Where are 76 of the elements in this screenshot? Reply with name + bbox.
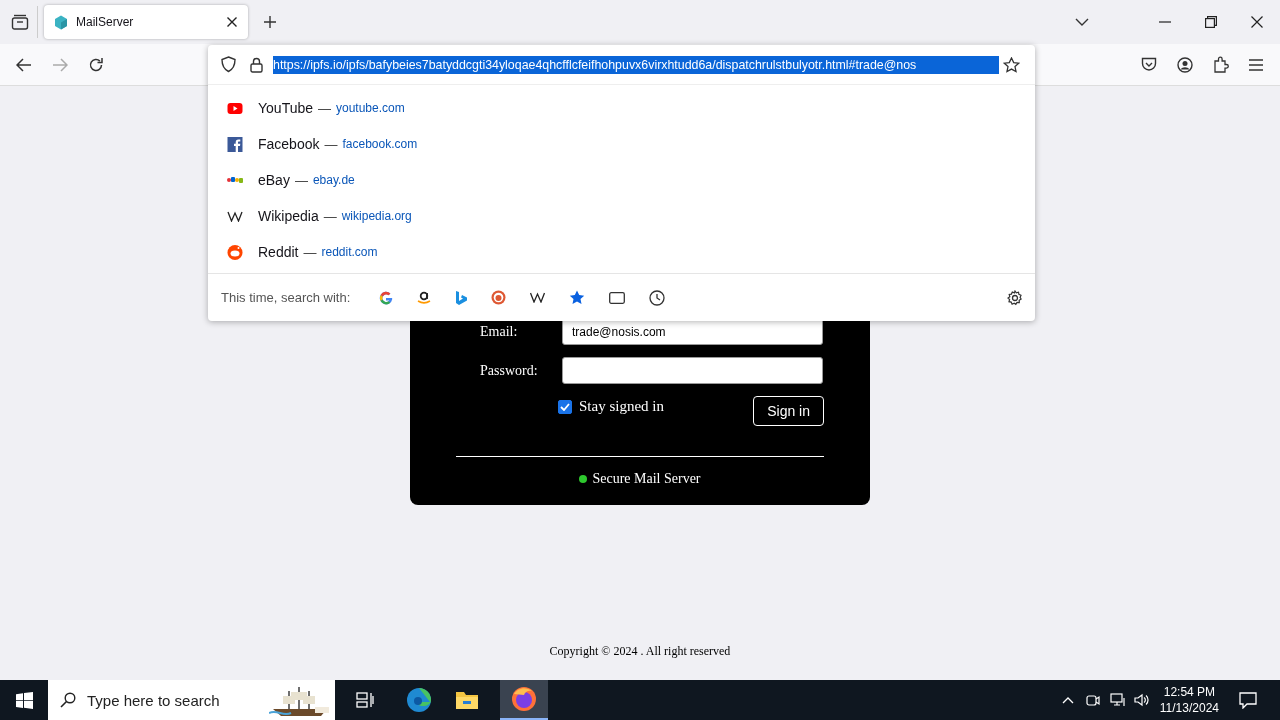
suggestion-item[interactable]: YouTube — youtube.com xyxy=(208,90,1035,126)
bing-icon[interactable] xyxy=(455,290,468,305)
password-field[interactable] xyxy=(562,357,823,384)
suggestion-item[interactable]: Reddit — reddit.com xyxy=(208,234,1035,270)
suggestion-title: Wikipedia xyxy=(258,208,319,224)
tab-icon[interactable] xyxy=(609,291,626,304)
firefox-taskbar-button[interactable] xyxy=(500,680,548,720)
history-icon[interactable] xyxy=(649,289,666,306)
restore-icon[interactable] xyxy=(1205,16,1217,28)
facebook-icon xyxy=(227,136,243,152)
sign-in-button[interactable]: Sign in xyxy=(753,396,824,426)
suggestion-title: eBay xyxy=(258,172,290,188)
clock-time[interactable]: 12:54 PM xyxy=(1163,684,1216,700)
menu-icon[interactable] xyxy=(1249,58,1263,71)
chevron-up-icon[interactable] xyxy=(1061,696,1074,704)
search-icon xyxy=(60,692,76,708)
suggestion-url: wikipedia.org xyxy=(341,209,412,223)
clock-date[interactable]: 11/13/2024 xyxy=(1159,700,1219,716)
separator-dash: — xyxy=(318,100,331,116)
tab-title: MailServer xyxy=(76,15,135,29)
volume-icon[interactable] xyxy=(1133,693,1150,707)
suggestion-url: ebay.de xyxy=(312,173,355,187)
browser-tab[interactable]: MailServer xyxy=(44,5,248,39)
back-icon[interactable] xyxy=(16,57,32,72)
password-label: Password: xyxy=(480,362,539,379)
separator-dash: — xyxy=(323,208,337,224)
pocket-icon[interactable] xyxy=(1141,57,1157,72)
checkbox[interactable] xyxy=(558,399,572,414)
extensions-icon[interactable] xyxy=(1213,56,1229,73)
w-icon xyxy=(227,210,243,222)
checkbox-label: Stay signed in xyxy=(579,398,664,415)
notification-icon[interactable] xyxy=(1239,691,1257,709)
network-icon[interactable] xyxy=(1109,693,1126,707)
firefox-icon xyxy=(511,686,537,712)
windows-start-icon[interactable] xyxy=(16,691,33,709)
shield-icon[interactable] xyxy=(221,56,236,73)
url-field[interactable]: https://ipfs.io/ipfs/bafybeies7batyddcgti34yloqae4qhcfflcfeifhohpuvx6virxhtudd6a/dispatchrulstbulyotr.html#trade@nos xyxy=(273,55,999,74)
taskbar-search-field[interactable]: Type here to search xyxy=(48,680,335,720)
separator-dash: — xyxy=(294,172,308,188)
play-icon xyxy=(227,102,243,114)
suggestion-url: facebook.com xyxy=(342,137,418,151)
close-icon[interactable] xyxy=(226,16,238,28)
suggestion-title: Facebook xyxy=(258,136,320,152)
suggestion-url: reddit.com xyxy=(321,245,378,259)
meet-icon[interactable] xyxy=(1085,693,1100,707)
search-with-label: This time, search with: xyxy=(221,290,351,305)
suggestion-item[interactable]: Wikipedia — wikipedia.org xyxy=(208,198,1035,234)
reddit-icon xyxy=(227,244,243,260)
new-tab-icon[interactable] xyxy=(263,15,277,29)
copyright-text: Copyright © 2024 . All right reserved xyxy=(549,644,731,659)
suggestion-title: YouTube xyxy=(258,100,313,116)
close-icon[interactable] xyxy=(1251,16,1263,28)
separator-dash: — xyxy=(324,136,338,152)
status-dot xyxy=(579,475,588,483)
bookmark-star-icon[interactable] xyxy=(569,290,586,305)
account-icon[interactable] xyxy=(1177,56,1193,73)
suggestion-item[interactable]: eBay — ebay.de xyxy=(208,162,1035,198)
star-icon[interactable] xyxy=(1003,56,1020,73)
google-icon[interactable] xyxy=(379,290,394,305)
email-label: Email: xyxy=(480,323,519,340)
reload-icon[interactable] xyxy=(88,56,104,73)
suggestion-title: Reddit xyxy=(258,244,299,260)
task-view-icon[interactable] xyxy=(356,692,374,708)
edge-icon[interactable] xyxy=(406,687,432,713)
suggestion-item[interactable]: Facebook — facebook.com xyxy=(208,126,1035,162)
w-icon[interactable] xyxy=(530,292,546,303)
lock-icon[interactable] xyxy=(250,56,263,73)
folder-icon[interactable] xyxy=(455,690,479,710)
separator-dash: — xyxy=(303,244,317,260)
settings-icon[interactable] xyxy=(1007,289,1023,306)
status-text: Secure Mail Server xyxy=(592,471,701,487)
cube-icon xyxy=(54,14,68,30)
amazon-icon[interactable] xyxy=(417,290,432,305)
chevron-down-icon[interactable] xyxy=(1075,18,1089,26)
suggestion-url: youtube.com xyxy=(336,101,405,115)
tab-list-icon[interactable] xyxy=(11,14,29,30)
